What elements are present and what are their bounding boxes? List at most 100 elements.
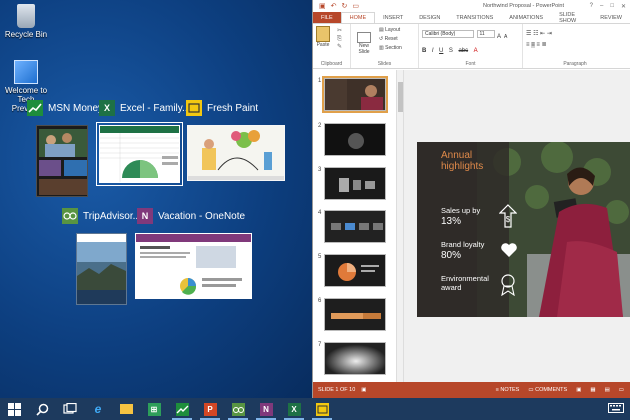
search-button[interactable] <box>28 398 56 420</box>
taskbar-excel[interactable]: X <box>280 398 308 420</box>
grow-font-icon[interactable]: A <box>497 34 501 40</box>
font-size-select[interactable]: 11 <box>476 30 495 38</box>
taskbar-file-explorer[interactable] <box>112 398 140 420</box>
thumbnails-scrollbar[interactable] <box>397 70 404 382</box>
decrease-indent-icon[interactable]: ⇤ <box>540 31 545 37</box>
tripadvisor-icon <box>62 208 78 224</box>
recycle-bin-desktop-icon[interactable]: Recycle Bin <box>0 4 52 39</box>
keyboard-icon[interactable] <box>608 403 624 415</box>
numbering-icon[interactable]: ☷ <box>533 31 538 37</box>
tab-slide-show[interactable]: SLIDE SHOW <box>551 12 592 24</box>
stat1-label: Sales up by <box>441 206 481 215</box>
tab-transitions[interactable]: TRANSITIONS <box>448 12 501 23</box>
font-color-icon[interactable]: A <box>474 48 478 54</box>
strikethrough-icon[interactable]: abc <box>458 48 468 54</box>
font-name-select[interactable]: Calibri (Body) <box>422 30 474 38</box>
bullets-icon[interactable]: ☰ <box>526 31 531 37</box>
onenote-thumbnail[interactable] <box>135 233 252 299</box>
folder-icon <box>119 404 133 414</box>
current-slide[interactable]: Annual highlights Sales up by 13% $ Bran… <box>417 142 630 317</box>
window-title: TripAdvisor... <box>83 210 141 222</box>
taskbar-onenote[interactable]: N <box>252 398 280 420</box>
maximize-icon[interactable]: □ <box>610 3 614 10</box>
onenote-icon: N <box>259 402 273 416</box>
cut-icon[interactable]: ✂ <box>337 27 342 35</box>
spellcheck-icon[interactable]: ▣ <box>361 387 366 393</box>
taskbar-fresh-paint[interactable] <box>308 398 336 420</box>
taskbar-store[interactable]: ⊞ <box>140 398 168 420</box>
tab-insert[interactable]: INSERT <box>375 12 411 23</box>
task-view-icon <box>63 403 77 414</box>
reading-view-icon[interactable]: ▤ <box>605 387 610 393</box>
excel-icon: X <box>99 100 115 116</box>
comments-button[interactable]: ▭ COMMENTS <box>528 387 567 393</box>
minimize-icon[interactable]: – <box>600 3 603 10</box>
new-slide-button[interactable]: New Slide <box>353 32 375 55</box>
window-title: Vacation - OneNote <box>158 210 246 222</box>
slide-thumbnail-7[interactable] <box>324 342 386 375</box>
font-group-label: Font <box>465 61 476 67</box>
clipboard-group: Paste ✂ ⎘ ✎ Clipboard <box>313 24 351 68</box>
ribbon-tabs: FILE HOME INSERT DESIGN TRANSITIONS ANIM… <box>313 12 630 24</box>
slide-thumbnail-1[interactable] <box>322 76 388 113</box>
shrink-font-icon[interactable]: A <box>504 34 507 40</box>
save-icon[interactable]: ▣ <box>319 2 326 10</box>
redo-icon[interactable]: ↻ <box>342 2 348 10</box>
msn-money-thumbnail[interactable] <box>36 125 88 197</box>
help-icon[interactable]: ? <box>590 3 593 10</box>
tab-design[interactable]: DESIGN <box>411 12 448 23</box>
paste-button[interactable]: Paste <box>316 26 330 48</box>
tab-home[interactable]: HOME <box>340 12 376 23</box>
slideshow-start-icon[interactable]: ▭ <box>352 2 359 10</box>
format-painter-icon[interactable]: ✎ <box>337 43 342 51</box>
slide-editing-area: Annual highlights Sales up by 13% $ Bran… <box>404 70 630 382</box>
notes-button[interactable]: ≡ NOTES <box>496 387 520 393</box>
underline-icon[interactable]: U <box>439 48 443 54</box>
tripadvisor-thumbnail[interactable] <box>76 233 127 305</box>
start-button[interactable] <box>0 398 28 420</box>
slide-thumbnail-2[interactable] <box>324 123 386 156</box>
italic-icon[interactable]: I <box>432 48 434 54</box>
normal-view-icon[interactable]: ▣ <box>576 387 581 393</box>
shadow-icon[interactable]: S <box>449 48 453 54</box>
task-view-button[interactable] <box>56 398 84 420</box>
excel-thumbnail[interactable] <box>96 122 183 186</box>
align-center-icon[interactable]: ≡ <box>531 42 535 48</box>
svg-text:$: $ <box>506 215 511 224</box>
powerpoint-window: ▣ ↶ ↻ ▭ Northwind Proposal - PowerPoint … <box>312 0 630 398</box>
tab-animations[interactable]: ANIMATIONS <box>501 12 551 23</box>
msn-money-icon <box>27 100 43 116</box>
tab-review[interactable]: REVIEW <box>592 12 630 23</box>
close-icon[interactable]: ✕ <box>621 3 626 10</box>
increase-indent-icon[interactable]: ⇥ <box>547 31 552 37</box>
stat2-value: 80% <box>441 250 462 261</box>
tab-file[interactable]: FILE <box>313 12 341 23</box>
slide-heading: Annual highlights <box>441 150 484 172</box>
taskbar-powerpoint[interactable]: P <box>196 398 224 420</box>
taskbar-internet-explorer[interactable]: e <box>84 398 112 420</box>
copy-icon[interactable]: ⎘ <box>337 35 342 43</box>
undo-icon[interactable]: ↶ <box>331 2 337 10</box>
fresh-paint-thumbnail[interactable] <box>187 125 285 181</box>
excel-icon: X <box>287 402 301 416</box>
taskbar-tripadvisor[interactable] <box>224 398 252 420</box>
scrollbar-thumb[interactable] <box>398 82 403 112</box>
slide-sorter-icon[interactable]: ▦ <box>590 387 595 393</box>
justify-icon[interactable]: ≣ <box>542 42 547 48</box>
bold-icon[interactable]: B <box>422 48 426 54</box>
align-right-icon[interactable]: ≡ <box>536 42 540 48</box>
slide-thumbnail-5[interactable] <box>324 254 386 287</box>
layout-button[interactable]: ▤ Layout <box>379 26 402 35</box>
taskbar-msn-money[interactable] <box>168 398 196 420</box>
slide-thumbnail-6[interactable] <box>324 298 386 331</box>
align-left-icon[interactable]: ≡ <box>526 42 530 48</box>
slide-thumbnail-3[interactable] <box>324 167 386 200</box>
slide-thumbnail-4[interactable] <box>324 210 386 243</box>
internet-explorer-icon: e <box>94 402 102 416</box>
section-button[interactable]: ▥ Section <box>379 44 402 53</box>
reset-button[interactable]: ↺ Reset <box>379 35 402 44</box>
slideshow-view-icon[interactable]: ▭ <box>619 387 624 393</box>
desktop: Recycle Bin Welcome to Tech Preview MSN … <box>0 0 312 398</box>
slide-number: 2 <box>318 123 322 129</box>
window-title: MSN Money <box>48 102 104 114</box>
